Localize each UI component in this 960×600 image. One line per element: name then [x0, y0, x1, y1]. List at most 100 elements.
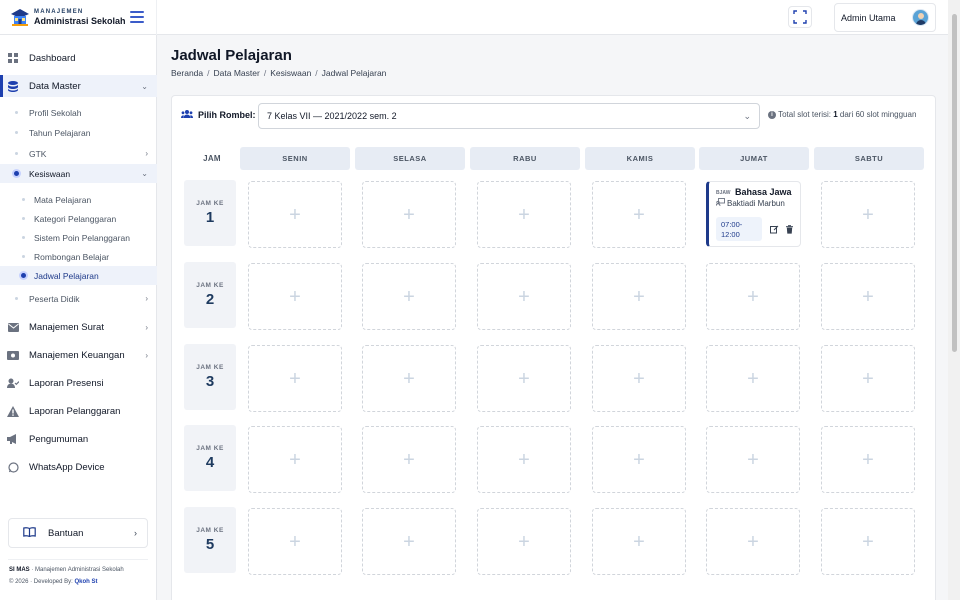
database-icon — [7, 80, 19, 92]
subject-name: Bahasa Jawa — [735, 187, 792, 197]
day-header: SENIN — [240, 147, 350, 170]
chevron-right-icon: › — [145, 149, 148, 158]
empty-slot[interactable]: + — [706, 263, 800, 330]
edit-icon[interactable] — [770, 225, 779, 234]
empty-slot[interactable]: + — [362, 263, 456, 330]
sidebar-item-gtk[interactable]: GTK › — [0, 144, 157, 163]
plus-icon: + — [518, 530, 530, 553]
jam-label: JAM KE — [196, 282, 224, 289]
subject-code: BJAW — [716, 190, 731, 196]
grid-icon — [7, 52, 19, 64]
empty-slot[interactable]: + — [248, 508, 342, 575]
jam-column-header: JAM — [203, 154, 221, 163]
empty-slot[interactable]: + — [477, 181, 571, 248]
fullscreen-button[interactable] — [788, 6, 812, 28]
empty-slot[interactable]: + — [592, 181, 686, 248]
jam-cell: JAM KE 5 — [184, 507, 236, 573]
sidebar-item-mata-pelajaran[interactable]: Mata Pelajaran — [0, 190, 157, 209]
empty-slot[interactable]: + — [362, 508, 456, 575]
empty-slot[interactable]: + — [477, 345, 571, 412]
empty-slot[interactable]: + — [362, 181, 456, 248]
user-menu[interactable]: Admin Utama — [834, 3, 936, 32]
breadcrumb-item[interactable]: Kesiswaan — [270, 68, 311, 78]
empty-slot[interactable]: + — [821, 508, 915, 575]
empty-slot[interactable]: + — [248, 345, 342, 412]
sidebar-item-manajemen-keuangan[interactable]: Manajemen Keuangan › — [0, 344, 157, 366]
bullet-icon — [15, 131, 18, 134]
sidebar-item-label: Profil Sekolah — [29, 107, 82, 118]
sidebar-item-label: Mata Pelajaran — [34, 194, 92, 205]
breadcrumb: Beranda / Data Master / Kesiswaan / Jadw… — [171, 68, 387, 78]
schedule-entry[interactable]: BJAW Bahasa Jawa Baktiadi Marbun 07:00- … — [706, 181, 801, 247]
sidebar-item-tahun-pelajaran[interactable]: Tahun Pelajaran — [0, 123, 157, 142]
empty-slot[interactable]: + — [362, 345, 456, 412]
empty-slot[interactable]: + — [248, 263, 342, 330]
empty-slot[interactable]: + — [821, 263, 915, 330]
plus-icon: + — [289, 448, 301, 471]
plus-icon: + — [633, 285, 645, 308]
empty-slot[interactable]: + — [592, 426, 686, 493]
trash-icon[interactable] — [785, 225, 794, 234]
sidebar-item-peserta-didik[interactable]: Peserta Didik › — [0, 289, 157, 308]
jam-cell: JAM KE 4 — [184, 425, 236, 491]
rombel-selected-value: 7 Kelas VII — 2021/2022 sem. 2 — [267, 111, 397, 121]
sidebar-item-laporan-pelanggaran[interactable]: Laporan Pelanggaran — [0, 400, 157, 422]
plus-icon: + — [862, 448, 874, 471]
empty-slot[interactable]: + — [821, 426, 915, 493]
sidebar-item-jadwal-pelajaran[interactable]: Jadwal Pelajaran — [0, 266, 157, 285]
sidebar-item-data-master[interactable]: Data Master ⌄ — [0, 75, 157, 97]
bullet-icon — [21, 273, 26, 278]
empty-slot[interactable]: + — [248, 181, 342, 248]
empty-slot[interactable]: + — [592, 345, 686, 412]
sidebar-item-pengumuman[interactable]: Pengumuman — [0, 428, 157, 450]
plus-icon: + — [747, 530, 759, 553]
sidebar-item-laporan-presensi[interactable]: Laporan Presensi — [0, 372, 157, 394]
school-logo-icon — [11, 9, 29, 26]
jam-number: 4 — [205, 454, 215, 471]
sidebar-item-profil-sekolah[interactable]: Profil Sekolah — [0, 103, 157, 122]
menu-toggle-icon[interactable] — [130, 11, 144, 23]
sidebar-item-manajemen-surat[interactable]: Manajemen Surat › — [0, 316, 157, 338]
sidebar-item-whatsapp-device[interactable]: WhatsApp Device — [0, 456, 157, 478]
sidebar-item-rombongan-belajar[interactable]: Rombongan Belajar — [0, 247, 157, 266]
user-name: Admin Utama — [841, 12, 896, 23]
empty-slot[interactable]: + — [477, 263, 571, 330]
day-header: SELASA — [355, 147, 465, 170]
footer-app-info: SI MAS · Manajemen Administrasi Sekolah — [9, 567, 124, 573]
sidebar-item-sistem-poin[interactable]: Sistem Poin Pelanggaran — [0, 228, 157, 247]
empty-slot[interactable]: + — [592, 263, 686, 330]
breadcrumb-item-current: Jadwal Pelajaran — [321, 68, 387, 78]
info-icon: i — [768, 110, 776, 119]
developer-link[interactable]: Qkoh St — [74, 579, 97, 585]
rombel-select[interactable]: 7 Kelas VII — 2021/2022 sem. 2 ⌄ — [258, 103, 760, 129]
empty-slot[interactable]: + — [821, 345, 915, 412]
sidebar-item-kategori-pelanggaran[interactable]: Kategori Pelanggaran — [0, 209, 157, 228]
sidebar-item-label: Rombongan Belajar — [34, 251, 110, 262]
bullet-icon — [22, 255, 25, 258]
sidebar-item-kesiswaan[interactable]: Kesiswaan ⌄ — [0, 164, 157, 183]
jam-number: 3 — [205, 373, 215, 390]
plus-icon: + — [633, 203, 645, 226]
sidebar-item-label: Kesiswaan — [29, 168, 71, 179]
empty-slot[interactable]: + — [821, 181, 915, 248]
empty-slot[interactable]: + — [477, 426, 571, 493]
sidebar-item-dashboard[interactable]: Dashboard — [0, 47, 157, 69]
fullscreen-icon — [793, 10, 807, 24]
empty-slot[interactable]: + — [706, 426, 800, 493]
bullet-icon — [22, 217, 25, 220]
help-button[interactable]: Bantuan › — [8, 518, 148, 548]
empty-slot[interactable]: + — [592, 508, 686, 575]
empty-slot[interactable]: + — [248, 426, 342, 493]
empty-slot[interactable]: + — [706, 345, 800, 412]
empty-slot[interactable]: + — [362, 426, 456, 493]
day-header: SABTU — [814, 147, 924, 170]
breadcrumb-item[interactable]: Beranda — [171, 68, 203, 78]
empty-slot[interactable]: + — [477, 508, 571, 575]
top-header: MANAJEMEN Administrasi Sekolah Admin Uta… — [0, 0, 948, 35]
scrollbar-thumb[interactable] — [952, 14, 957, 352]
empty-slot[interactable]: + — [706, 508, 800, 575]
breadcrumb-item[interactable]: Data Master — [214, 68, 260, 78]
user-check-icon — [7, 377, 19, 389]
sidebar-item-label: Dashboard — [29, 52, 76, 64]
plus-icon: + — [747, 448, 759, 471]
